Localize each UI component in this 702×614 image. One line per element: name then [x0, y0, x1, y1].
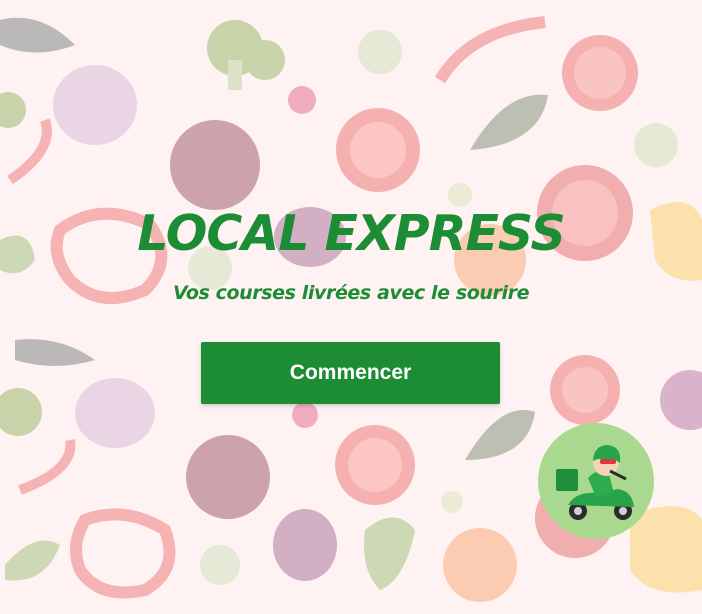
delivery-scooter-mascot-icon: [538, 423, 654, 539]
brand-title: LOCAL EXPRESS: [137, 205, 566, 262]
start-button[interactable]: Commencer: [201, 342, 500, 404]
tagline: Vos courses livrées avec le sourire: [172, 282, 530, 304]
